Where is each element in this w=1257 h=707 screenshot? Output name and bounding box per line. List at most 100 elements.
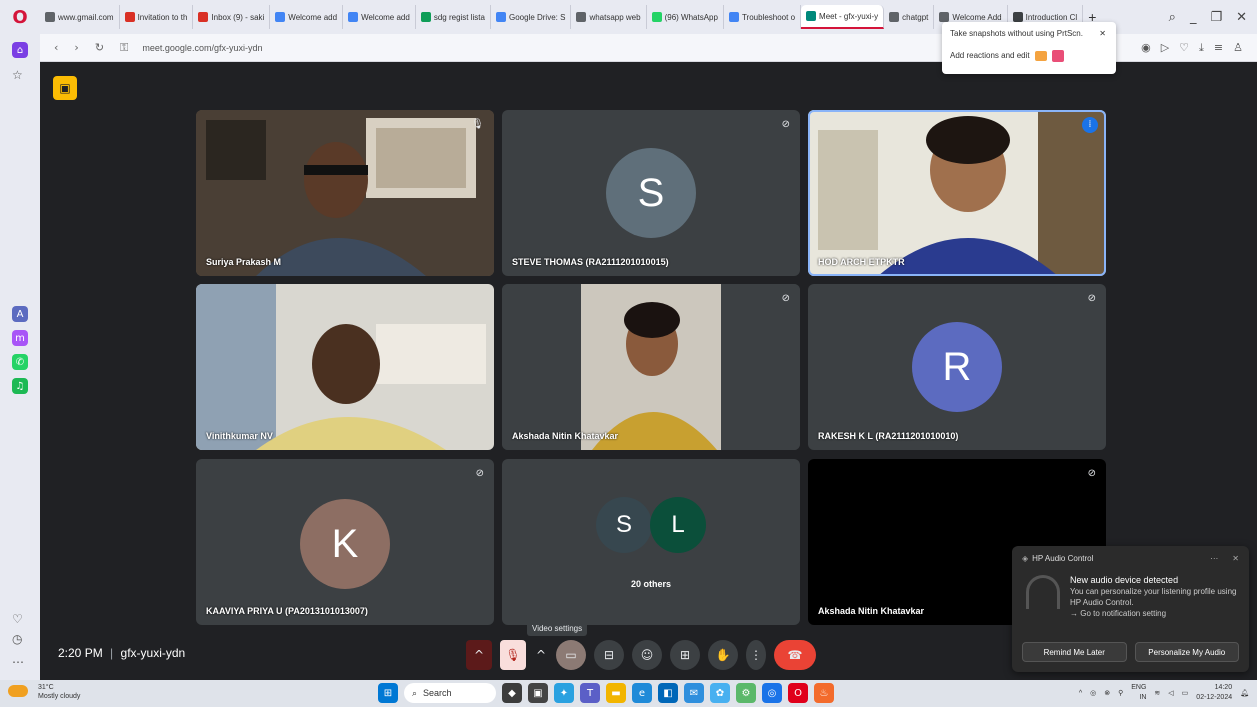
close-popup-icon[interactable]: ✕ — [1099, 29, 1106, 38]
participant-tile-active-speaker[interactable]: HOD ARCH ETPKTR ⁞ — [808, 110, 1106, 276]
messenger-icon[interactable]: m — [12, 330, 28, 346]
notification-bell-icon[interactable]: 🔔︎ — [1240, 689, 1249, 697]
reload-icon[interactable]: ↻ — [95, 41, 104, 54]
hp-settings-link[interactable]: → Go to notification setting — [1070, 608, 1239, 619]
restore-icon[interactable]: ❐ — [1210, 10, 1222, 25]
teams-icon[interactable]: T — [580, 683, 600, 703]
close-notification-icon[interactable]: ✕ — [1232, 554, 1239, 563]
battery-icon[interactable]: ▭ — [1182, 689, 1189, 697]
heart-icon[interactable]: ♡ — [12, 612, 23, 626]
menu-icon[interactable]: ≡ — [1214, 41, 1223, 55]
minimize-icon[interactable]: _ — [1190, 10, 1197, 25]
snapshot-popup: Take snapshots without using PrtScn. Add… — [942, 22, 1116, 74]
opera-logo-icon[interactable]: O — [0, 0, 40, 34]
app-icon[interactable]: ⚙ — [736, 683, 756, 703]
search-tabs-icon[interactable]: ⌕ — [1169, 10, 1176, 25]
remind-later-button[interactable]: Remind Me Later — [1022, 642, 1127, 662]
browser-tab[interactable]: Invitation to th — [120, 5, 194, 29]
leave-call-button[interactable]: ☎ — [774, 640, 816, 670]
personalize-audio-button[interactable]: Personalize My Audio — [1134, 642, 1239, 662]
tab-label: Invitation to th — [137, 12, 188, 22]
app-icon-2[interactable]: ♨ — [814, 683, 834, 703]
browser-tab[interactable]: www.gmail.com — [40, 5, 120, 29]
copilot-icon[interactable]: ✦ — [554, 683, 574, 703]
participant-tile[interactable]: Suriya Prakash M 🎙 — [196, 110, 494, 276]
camera-icon[interactable]: ◉ — [1141, 41, 1151, 55]
participant-tile[interactable]: Vinithkumar NV — [196, 284, 494, 450]
tab-label: Troubleshoot o — [741, 12, 796, 22]
participant-tile[interactable]: K KAAVIYA PRIYA U (PA2013101013007) ⊘ — [196, 459, 494, 625]
audio-options-button[interactable]: ^ — [466, 640, 492, 670]
video-feed — [502, 284, 800, 450]
forward-icon[interactable]: › — [74, 41, 78, 54]
url-field[interactable]: meet.google.com/gfx-yuxi-ydn — [142, 43, 262, 53]
wifi-icon[interactable]: ≋ — [1154, 689, 1160, 697]
hp-body: New audio device detected You can person… — [1022, 575, 1239, 619]
download-icon[interactable]: ⤓ — [1199, 41, 1204, 55]
camera-off-badge-icon[interactable]: ▣ — [53, 76, 77, 100]
close-window-icon[interactable]: ✕ — [1236, 10, 1247, 25]
raise-hand-button[interactable]: ✋ — [708, 640, 738, 670]
tray-app-icon[interactable]: ◎ — [1090, 689, 1096, 697]
language-indicator[interactable]: ENG IN — [1131, 683, 1146, 703]
store-icon[interactable]: ◧ — [658, 683, 678, 703]
opera-taskbar-icon[interactable]: O — [788, 683, 808, 703]
site-settings-icon[interactable]: ⚿ — [120, 41, 128, 55]
mail-icon[interactable]: ✉ — [684, 683, 704, 703]
hp-audio-notification: ◈ HP Audio Control ⋯ ✕ New audio device … — [1012, 546, 1249, 672]
aria-icon[interactable]: A — [12, 306, 28, 322]
video-feed — [196, 284, 494, 450]
spotify-icon[interactable]: ♫ — [12, 378, 28, 394]
participant-tile[interactable]: R RAKESH K L (RA2111201010010) ⊘ — [808, 284, 1106, 450]
window-controls: ⌕ _ ❐ ✕ — [1169, 10, 1257, 25]
video-options-button[interactable]: ^ — [534, 640, 548, 670]
clock[interactable]: 14:20 02-12-2024 — [1196, 683, 1232, 703]
star-icon[interactable]: ☆ — [12, 68, 23, 82]
chevron-up-icon[interactable]: ^ — [1079, 690, 1082, 697]
more-icon[interactable]: ⋯ — [1210, 554, 1218, 563]
participant-tile[interactable]: Akshada Nitin Khatavkar ⊘ — [502, 284, 800, 450]
participant-name: KAAVIYA PRIYA U (PA2013101013007) — [206, 606, 368, 616]
browser-tab[interactable]: sdg regist lista — [416, 5, 491, 29]
taskbar-search[interactable]: ⌕ Search — [404, 683, 496, 703]
browser-tab[interactable]: Inbox (9) - saki — [193, 5, 271, 29]
file-explorer-icon[interactable]: ▬ — [606, 683, 626, 703]
back-icon[interactable]: ‹ — [54, 41, 58, 54]
reactions-button[interactable]: ☺ — [632, 640, 662, 670]
browser-tab[interactable]: Google Drive: S — [491, 5, 572, 29]
others-tile[interactable]: S L 20 others — [502, 459, 800, 625]
whatsapp-icon[interactable]: ✆ — [12, 354, 28, 370]
participant-tile[interactable]: S STEVE THOMAS (RA2111201010015) ⊘ — [502, 110, 800, 276]
browser-tab[interactable]: (96) WhatsApp — [647, 5, 724, 29]
camera-button[interactable]: ▭ — [556, 640, 586, 670]
task-view-icon[interactable]: ▣ — [528, 683, 548, 703]
browser-tab[interactable]: Welcome add — [343, 5, 416, 29]
windows-start-icon[interactable]: ⊞ — [378, 683, 398, 703]
present-button[interactable]: ⊞ — [670, 640, 700, 670]
speaking-indicator-icon: ⁞ — [1082, 117, 1098, 133]
browser-tab[interactable]: chatgpt — [884, 5, 935, 29]
browser-tab[interactable]: Welcome add — [270, 5, 344, 29]
captions-button[interactable]: ⊟ — [594, 640, 624, 670]
tab-label: (96) WhatsApp — [664, 12, 718, 22]
more-icon[interactable]: … — [12, 652, 24, 666]
volume-icon[interactable]: ◁ — [1168, 689, 1173, 697]
photos-icon[interactable]: ✿ — [710, 683, 730, 703]
heart-toolbar-icon[interactable]: ♡ — [1179, 41, 1189, 55]
play-icon[interactable]: ▷ — [1161, 41, 1169, 55]
home-icon[interactable]: ⌂ — [12, 42, 28, 58]
more-options-button[interactable]: ⋮ — [746, 640, 766, 670]
temperature: 31°C — [38, 684, 54, 691]
profile-icon[interactable]: ♙ — [1233, 41, 1243, 55]
history-icon[interactable]: ◷ — [12, 632, 22, 646]
browser-tab[interactable]: Troubleshoot o — [724, 5, 802, 29]
mic-off-button[interactable]: 🎙 — [500, 640, 526, 670]
edge-icon[interactable]: e — [632, 683, 652, 703]
usb-icon[interactable]: ⚲ — [1118, 689, 1123, 697]
weather-widget[interactable]: 31°C Mostly cloudy — [8, 683, 80, 701]
browser-tab[interactable]: whatsapp web — [571, 5, 647, 29]
browser-tab[interactable]: Meet - gfx-yuxi-y — [801, 5, 885, 29]
chrome-icon[interactable]: ◎ — [762, 683, 782, 703]
tray-app-icon-2[interactable]: ⊗ — [1104, 689, 1110, 697]
widgets-icon[interactable]: ◆ — [502, 683, 522, 703]
